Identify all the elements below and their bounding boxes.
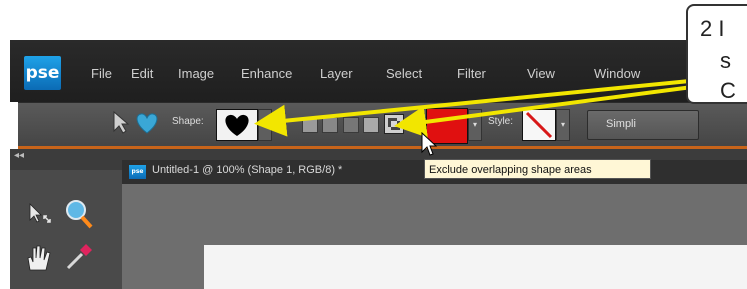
screenshot: pse File Edit Image Enhance Layer Select…: [0, 0, 747, 289]
callout-line-1: 2 I: [700, 16, 725, 41]
annotation-arrows: [254, 78, 701, 138]
instruction-callout: 2 I s C: [686, 4, 747, 104]
callout-line-2: s: [720, 48, 731, 73]
callout-line-3: C: [720, 78, 736, 103]
mouse-cursor-icon: [421, 132, 438, 156]
